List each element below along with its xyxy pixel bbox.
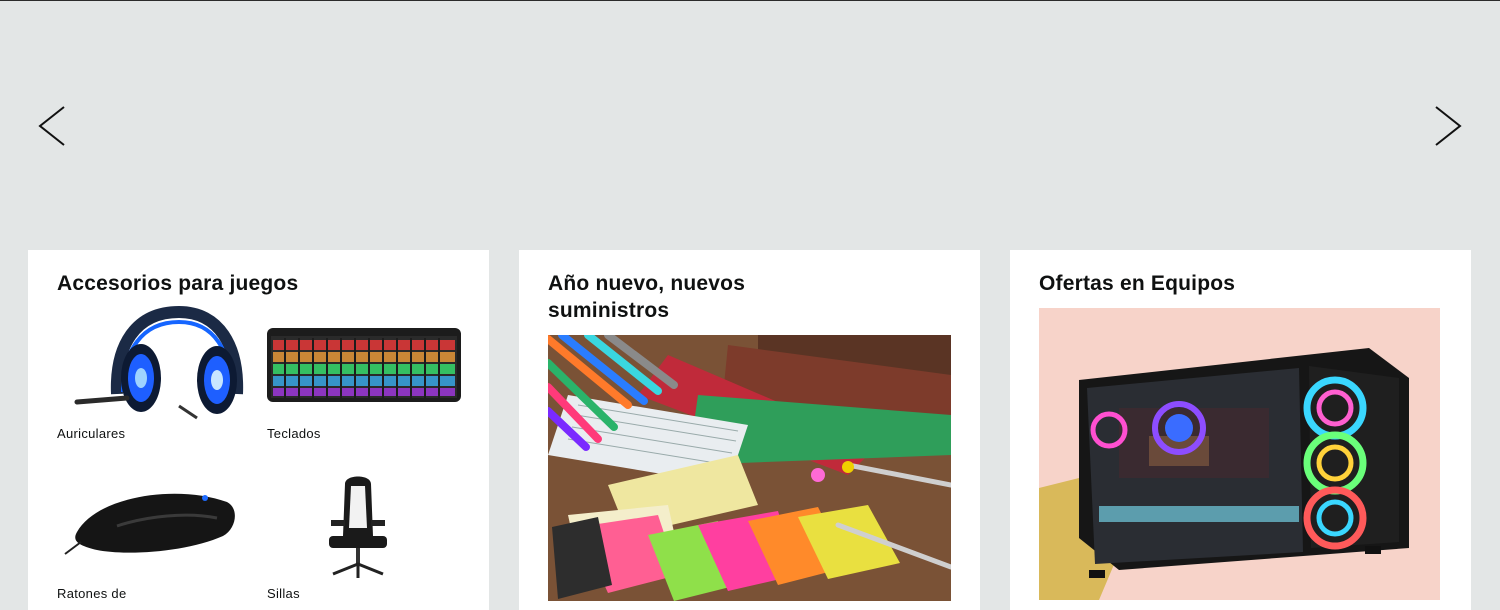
tile-label: Ratones de	[57, 586, 127, 601]
tile-label: Auriculares	[57, 426, 126, 441]
carousel-prev-button[interactable]	[34, 101, 70, 151]
card-gaming-accessories: Accesorios para juegos Auriculares Tecla…	[28, 250, 489, 610]
tile-label: Teclados	[267, 426, 321, 441]
hero-carousel	[0, 1, 1500, 249]
chevron-right-icon	[1435, 106, 1462, 146]
keyboard-image	[267, 306, 461, 422]
card-pc-deals: Ofertas en Equipos	[1010, 250, 1471, 610]
tile-headsets[interactable]: Auriculares	[57, 306, 251, 441]
gaming-headset-image	[57, 306, 251, 422]
office-supplies-image[interactable]	[548, 335, 951, 601]
chevron-left-icon	[38, 106, 65, 146]
card-title-line1: Año nuevo, nuevos	[548, 272, 746, 295]
card-title: Año nuevo, nuevos suministros	[548, 270, 951, 324]
carousel-next-button[interactable]	[1430, 101, 1466, 151]
card-new-year-supplies: Año nuevo, nuevos suministros	[519, 250, 980, 610]
gaming-pc-case-image[interactable]	[1039, 308, 1440, 600]
tile-keyboards[interactable]: Teclados	[267, 306, 461, 441]
tile-mice[interactable]: Ratones de	[57, 466, 251, 601]
tile-label: Sillas	[267, 586, 300, 601]
gaming-chair-image	[267, 466, 461, 582]
tile-chairs[interactable]: Sillas	[267, 466, 461, 601]
card-title: Ofertas en Equipos	[1039, 272, 1236, 295]
card-title: Accesorios para juegos	[57, 272, 299, 295]
gaming-mouse-image	[57, 466, 251, 582]
card-title-line2: suministros	[548, 299, 670, 322]
